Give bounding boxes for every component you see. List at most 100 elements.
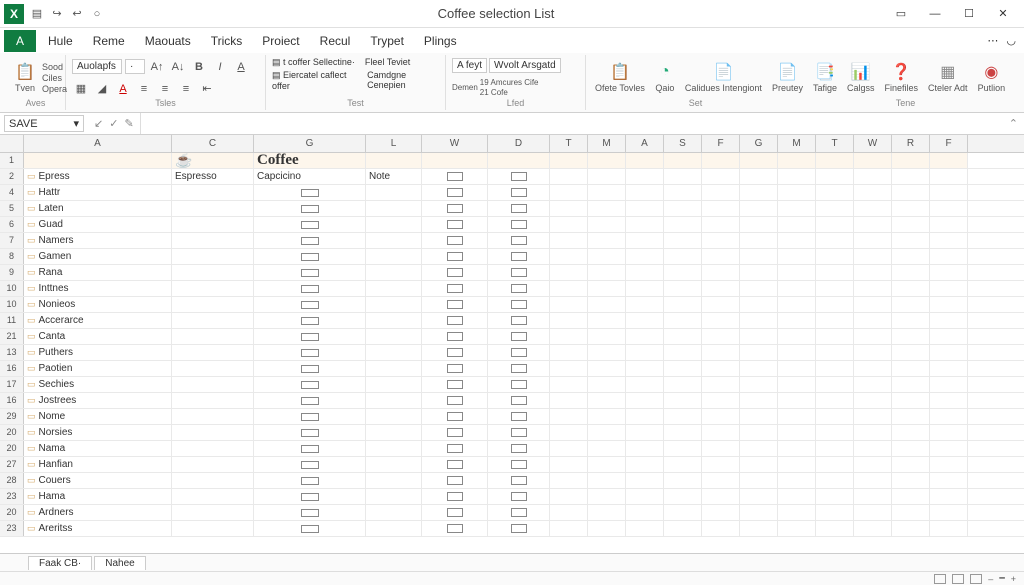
cell[interactable] (854, 393, 892, 408)
cell[interactable] (366, 329, 422, 344)
cell[interactable] (550, 185, 588, 200)
checkbox[interactable] (301, 221, 319, 229)
qat-save-icon[interactable]: ▤ (30, 7, 44, 21)
checkbox[interactable] (301, 349, 319, 357)
checkbox[interactable] (301, 365, 319, 373)
cell[interactable] (702, 473, 740, 488)
cell[interactable] (854, 425, 892, 440)
cell[interactable] (892, 313, 930, 328)
column-header[interactable]: M (778, 135, 816, 152)
cell[interactable] (488, 249, 550, 264)
cell[interactable] (254, 457, 366, 472)
cell[interactable] (664, 457, 702, 472)
cell[interactable] (778, 217, 816, 232)
checkbox[interactable] (447, 220, 463, 229)
cell[interactable] (254, 201, 366, 216)
cell[interactable] (254, 505, 366, 520)
ribbon-tab[interactable]: Trypet (360, 30, 414, 52)
cell[interactable] (740, 281, 778, 296)
cell[interactable]: ▭Inttnes (24, 281, 172, 296)
cell[interactable] (854, 185, 892, 200)
checkbox[interactable] (511, 188, 527, 197)
cell[interactable] (892, 457, 930, 472)
checkbox[interactable] (301, 381, 319, 389)
cell[interactable] (588, 217, 626, 232)
cell[interactable] (892, 425, 930, 440)
checkbox[interactable] (511, 428, 527, 437)
row-header[interactable]: 23 (0, 521, 24, 536)
ribbon-tab[interactable]: Reme (83, 30, 135, 52)
cell[interactable] (930, 169, 968, 184)
cell[interactable] (702, 505, 740, 520)
spreadsheet-grid[interactable]: ACGLWDTMASFGMTWRF 1☕Coffee2▭EpressEspres… (0, 135, 1024, 565)
align-btn[interactable]: Demen (452, 83, 478, 92)
cell[interactable] (664, 217, 702, 232)
cell[interactable] (778, 505, 816, 520)
column-header[interactable]: C (172, 135, 254, 152)
cell[interactable] (588, 457, 626, 472)
cell[interactable]: ▭Sechies (24, 377, 172, 392)
cell[interactable] (778, 185, 816, 200)
cell[interactable] (702, 393, 740, 408)
cell[interactable]: ▭Areritss (24, 521, 172, 536)
cell[interactable] (626, 473, 664, 488)
cell[interactable]: ▭Accerarce (24, 313, 172, 328)
cell[interactable] (626, 393, 664, 408)
column-header[interactable]: F (930, 135, 968, 152)
checkbox[interactable] (447, 316, 463, 325)
cell[interactable] (702, 217, 740, 232)
cell[interactable] (488, 409, 550, 424)
cell[interactable] (702, 345, 740, 360)
cell[interactable] (740, 393, 778, 408)
row-header[interactable]: 2 (0, 169, 24, 184)
cell[interactable] (588, 521, 626, 536)
formula-input[interactable] (140, 113, 1003, 134)
cell[interactable] (488, 473, 550, 488)
cell[interactable] (550, 457, 588, 472)
row-header[interactable]: 16 (0, 361, 24, 376)
cell[interactable] (778, 313, 816, 328)
qat-clear-icon[interactable]: ○ (90, 7, 104, 21)
cell[interactable] (816, 441, 854, 456)
column-header[interactable]: R (892, 135, 930, 152)
cell[interactable] (816, 169, 854, 184)
cell[interactable] (366, 409, 422, 424)
cell[interactable] (172, 217, 254, 232)
app-icon[interactable]: X (4, 4, 24, 24)
cell[interactable] (550, 297, 588, 312)
decrease-font-icon[interactable]: A↓ (169, 58, 187, 76)
cell[interactable] (550, 201, 588, 216)
row-header[interactable]: 20 (0, 505, 24, 520)
cell[interactable] (366, 521, 422, 536)
checkbox[interactable] (301, 333, 319, 341)
checkbox[interactable] (447, 348, 463, 357)
cell[interactable] (854, 297, 892, 312)
cell[interactable] (778, 361, 816, 376)
cell[interactable] (854, 153, 892, 168)
cell[interactable]: ▭Hattr (24, 185, 172, 200)
fx-icon[interactable]: ✎ (124, 117, 133, 130)
cell[interactable] (702, 441, 740, 456)
cell[interactable] (254, 297, 366, 312)
underline-icon[interactable]: A (232, 58, 250, 76)
cell[interactable] (816, 297, 854, 312)
ribbon-tab[interactable]: Plings (414, 30, 467, 52)
checkbox[interactable] (301, 413, 319, 421)
cell[interactable] (778, 249, 816, 264)
text-opt-2[interactable]: ▤ Eiercatel caflect offer (272, 70, 357, 91)
cell[interactable] (930, 441, 968, 456)
cell[interactable] (892, 505, 930, 520)
maximize-button[interactable]: ☐ (956, 4, 982, 24)
expand-formula-icon[interactable]: ⌃ (1003, 117, 1024, 130)
cell[interactable] (664, 441, 702, 456)
cell[interactable] (702, 361, 740, 376)
cell[interactable] (664, 281, 702, 296)
help-icon[interactable]: ⋯ (987, 34, 998, 47)
cell[interactable] (816, 281, 854, 296)
cell[interactable] (930, 329, 968, 344)
cell[interactable] (702, 201, 740, 216)
align-left-icon[interactable]: ≡ (135, 80, 153, 98)
cell[interactable] (930, 521, 968, 536)
close-button[interactable]: ✕ (990, 4, 1016, 24)
cell[interactable] (366, 233, 422, 248)
